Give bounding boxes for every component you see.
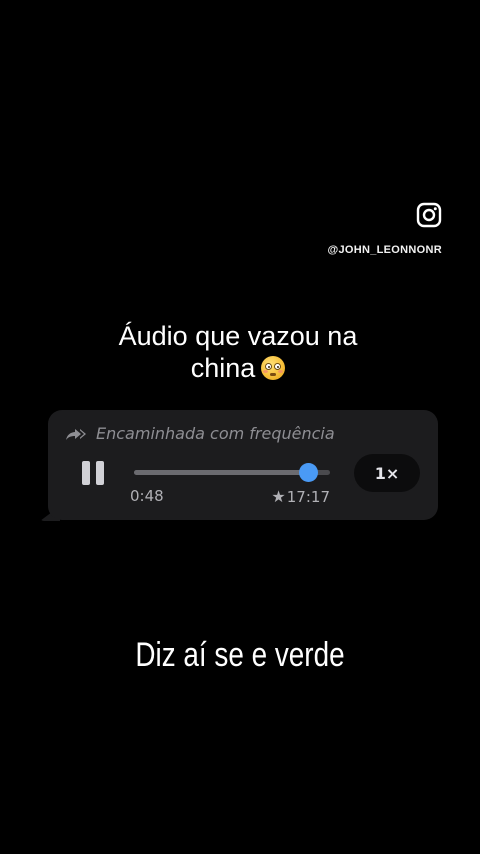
pause-icon	[82, 461, 90, 485]
forwarded-indicator: Encaminhada com frequência	[64, 424, 335, 443]
audio-progress-fill	[134, 470, 309, 475]
pause-button[interactable]	[78, 458, 108, 488]
instagram-icon	[416, 202, 442, 228]
video-caption: Diz aí se e verde	[135, 636, 345, 674]
total-duration: ★ 17:17	[271, 487, 330, 506]
headline-line-2: china	[0, 352, 476, 384]
double-forward-arrow-icon	[66, 428, 86, 440]
elapsed-time: 0:48	[130, 487, 164, 505]
playback-speed-button[interactable]: 1×	[354, 454, 420, 492]
headline: Áudio que vazou na china	[0, 320, 476, 384]
headline-line-2-text: china	[190, 353, 256, 383]
audio-progress-track[interactable]	[134, 463, 330, 482]
star-icon: ★	[271, 487, 286, 506]
total-duration-value: 17:17	[286, 487, 330, 506]
forwarded-label: Encaminhada com frequência	[96, 424, 335, 443]
flushed-face-emoji-icon	[261, 356, 286, 380]
headline-line-1: Áudio que vazou na	[118, 321, 358, 351]
instagram-handle: @JOHN_LEONNONR	[327, 244, 442, 256]
